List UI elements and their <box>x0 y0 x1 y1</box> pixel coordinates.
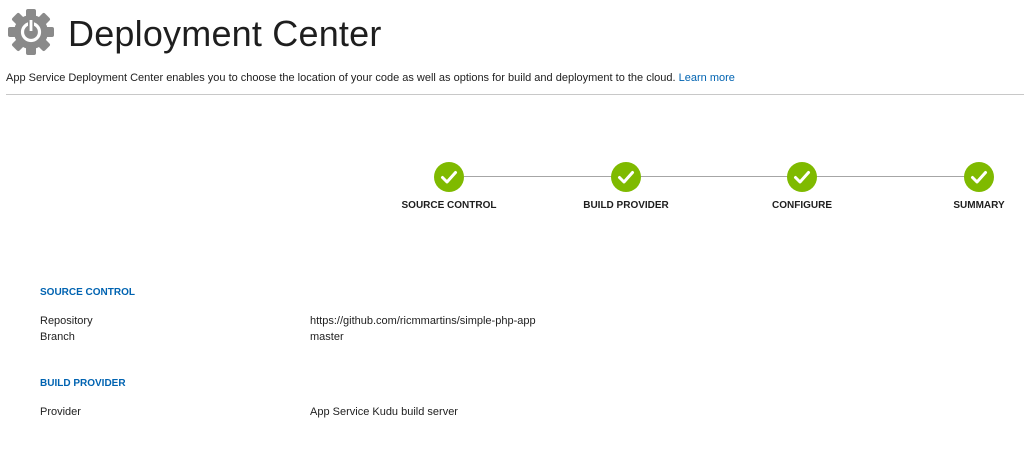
step-label-summary: SUMMARY <box>953 200 1005 211</box>
step-source-control[interactable] <box>434 162 464 192</box>
checkmark-icon <box>441 171 457 184</box>
checkmark-icon <box>618 171 634 184</box>
provider-label: Provider <box>40 406 81 418</box>
section-heading-source-control: SOURCE CONTROL <box>40 287 135 298</box>
step-label-build-provider: BUILD PROVIDER <box>583 200 669 211</box>
step-build-provider[interactable] <box>611 162 641 192</box>
checkmark-icon <box>794 171 810 184</box>
step-connector <box>464 176 612 177</box>
checkmark-icon <box>971 171 987 184</box>
section-heading-build-provider: BUILD PROVIDER <box>40 378 126 389</box>
step-connector <box>816 176 965 177</box>
repository-value: https://github.com/ricmmartins/simple-ph… <box>310 315 536 327</box>
step-summary[interactable] <box>964 162 994 192</box>
step-label-source-control: SOURCE CONTROL <box>401 200 497 211</box>
step-connector <box>640 176 788 177</box>
repository-label: Repository <box>40 315 93 327</box>
branch-label: Branch <box>40 331 75 343</box>
step-configure[interactable] <box>787 162 817 192</box>
step-label-configure: CONFIGURE <box>772 200 832 211</box>
branch-value: master <box>310 331 344 343</box>
provider-value: App Service Kudu build server <box>310 406 458 418</box>
progress-stepper: SOURCE CONTROL BUILD PROVIDER CONFIGURE … <box>0 0 1024 230</box>
